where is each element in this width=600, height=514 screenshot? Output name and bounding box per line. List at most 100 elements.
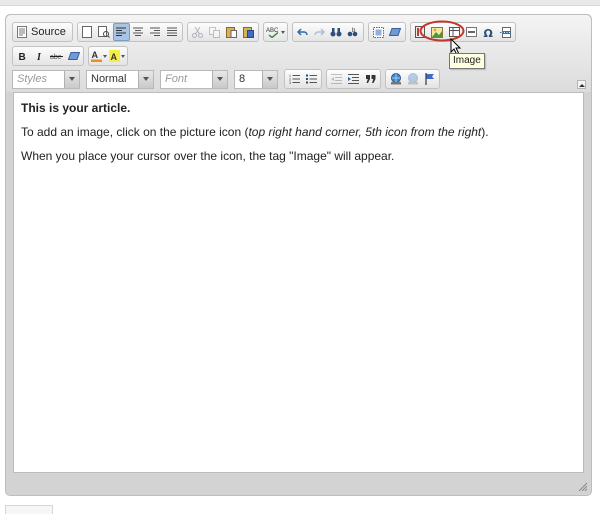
spellcheck-dropdown-icon (280, 30, 285, 34)
format-combo[interactable]: Normal (86, 69, 154, 89)
article-paragraph-2: When you place your cursor over the icon… (21, 149, 395, 163)
styles-combo[interactable]: Styles (12, 69, 80, 89)
page-top-bar (0, 0, 600, 6)
font-combo-value: Font (165, 72, 188, 85)
paragraph-1-text-end: ). (481, 125, 489, 139)
font-size-dropdown-icon[interactable] (262, 70, 277, 88)
italic-icon: I (36, 52, 42, 61)
justify-button[interactable] (164, 23, 181, 41)
svg-text:Ω: Ω (483, 27, 493, 38)
unlink-button[interactable] (404, 70, 421, 88)
font-dropdown-icon[interactable] (212, 70, 227, 88)
font-size-combo[interactable]: 8 (234, 69, 278, 89)
clipboard-group (186, 22, 259, 42)
align-center-icon (133, 27, 144, 36)
background-color-dropdown-icon (121, 54, 125, 58)
text-color-dropdown-icon (103, 54, 107, 58)
find-button[interactable] (328, 23, 345, 41)
select-all-button[interactable] (370, 23, 387, 41)
article-paragraph-1: To add an image, click on the picture ic… (21, 125, 575, 140)
undo-button[interactable] (294, 23, 311, 41)
copy-button[interactable] (206, 23, 223, 41)
format-dropdown-icon[interactable] (138, 70, 153, 88)
svg-text:abc: abc (50, 54, 62, 61)
new-page-button[interactable] (79, 23, 96, 41)
remove-format-button[interactable] (387, 23, 404, 41)
text-color-button[interactable]: A (90, 47, 108, 65)
numbered-list-button[interactable]: 123 (286, 70, 303, 88)
eraser-icon-2 (67, 52, 80, 60)
toolbar-row-3: Styles Normal Font 8 123 (12, 68, 444, 90)
outdent-button[interactable] (328, 70, 345, 88)
font-combo[interactable]: Font (160, 69, 228, 89)
editor-content-area[interactable]: This is your article. To add an image, c… (13, 92, 584, 473)
bold-icon: B (19, 52, 26, 61)
replace-button[interactable]: b (345, 23, 362, 41)
select-all-icon (372, 26, 384, 38)
text-color-icon: A (91, 50, 102, 62)
resize-grip-icon[interactable] (577, 481, 587, 491)
paste-word-icon (242, 27, 254, 38)
article-heading: This is your article. (21, 101, 131, 115)
toolbar-row-2: B I abc A A (12, 45, 132, 67)
spellcheck-icon: ABC (266, 28, 279, 38)
link-button[interactable] (387, 70, 404, 88)
document-align-group (76, 22, 183, 42)
align-center-button[interactable] (130, 23, 147, 41)
spellcheck-group: ABC (262, 22, 288, 42)
undo-find-group: b (291, 22, 364, 42)
paragraph-1-italic: top right hand corner, 5th icon from the… (248, 125, 482, 139)
bold-button[interactable]: B (14, 47, 31, 65)
link-globe-icon (390, 73, 401, 85)
indent-group (326, 69, 381, 89)
horizontal-rule-icon (465, 27, 477, 37)
collapse-arrow-icon (578, 84, 585, 87)
justify-icon (167, 27, 178, 36)
source-button[interactable]: Source (14, 23, 71, 41)
bulleted-list-icon (306, 74, 317, 84)
align-left-button[interactable] (112, 23, 130, 41)
align-right-button[interactable] (147, 23, 164, 41)
paste-button[interactable] (223, 23, 240, 41)
italic-button[interactable]: I (31, 47, 48, 65)
cut-button[interactable] (189, 23, 206, 41)
background-color-button[interactable]: A (108, 47, 126, 65)
source-document-icon (17, 26, 27, 38)
clear-format-button[interactable] (65, 47, 82, 65)
unlink-icon (407, 73, 418, 85)
bulleted-list-button[interactable] (303, 70, 320, 88)
page-break-button[interactable] (497, 23, 514, 41)
flag-icon (424, 73, 434, 85)
undo-icon (296, 28, 308, 36)
svg-text:I: I (36, 52, 42, 61)
highlight-color-icon: A (109, 50, 120, 62)
paste-word-button[interactable] (240, 23, 257, 41)
align-left-icon (116, 27, 127, 36)
spellcheck-button[interactable]: ABC (265, 23, 286, 41)
outdent-icon (331, 74, 342, 84)
svg-text:A: A (92, 50, 99, 60)
new-page-icon (82, 26, 93, 38)
horizontal-rule-button[interactable] (463, 23, 480, 41)
source-group: Source (12, 22, 73, 42)
rich-text-editor: Source ABC b Ω B I abc A A Styles Normal… (5, 14, 592, 496)
page-break-icon (499, 26, 511, 38)
redo-icon (314, 28, 325, 36)
blockquote-button[interactable] (362, 70, 379, 88)
format-combo-value: Normal (91, 72, 127, 85)
svg-text:A: A (111, 52, 118, 62)
special-char-button[interactable]: Ω (480, 23, 497, 41)
image-tooltip: Image (449, 53, 485, 69)
toolbar-collapse-button[interactable] (577, 80, 586, 89)
strikethrough-button[interactable]: abc (48, 47, 65, 65)
styles-dropdown-icon[interactable] (64, 70, 79, 88)
redo-button[interactable] (311, 23, 328, 41)
indent-icon (348, 74, 359, 84)
indent-button[interactable] (345, 70, 362, 88)
omega-icon: Ω (483, 27, 493, 38)
preview-button[interactable] (96, 23, 113, 41)
copy-icon (208, 26, 220, 38)
anchor-button[interactable] (421, 70, 438, 88)
font-size-combo-value: 8 (239, 72, 246, 85)
paragraph-1-text-start: To add an image, click on the picture ic… (21, 125, 249, 139)
